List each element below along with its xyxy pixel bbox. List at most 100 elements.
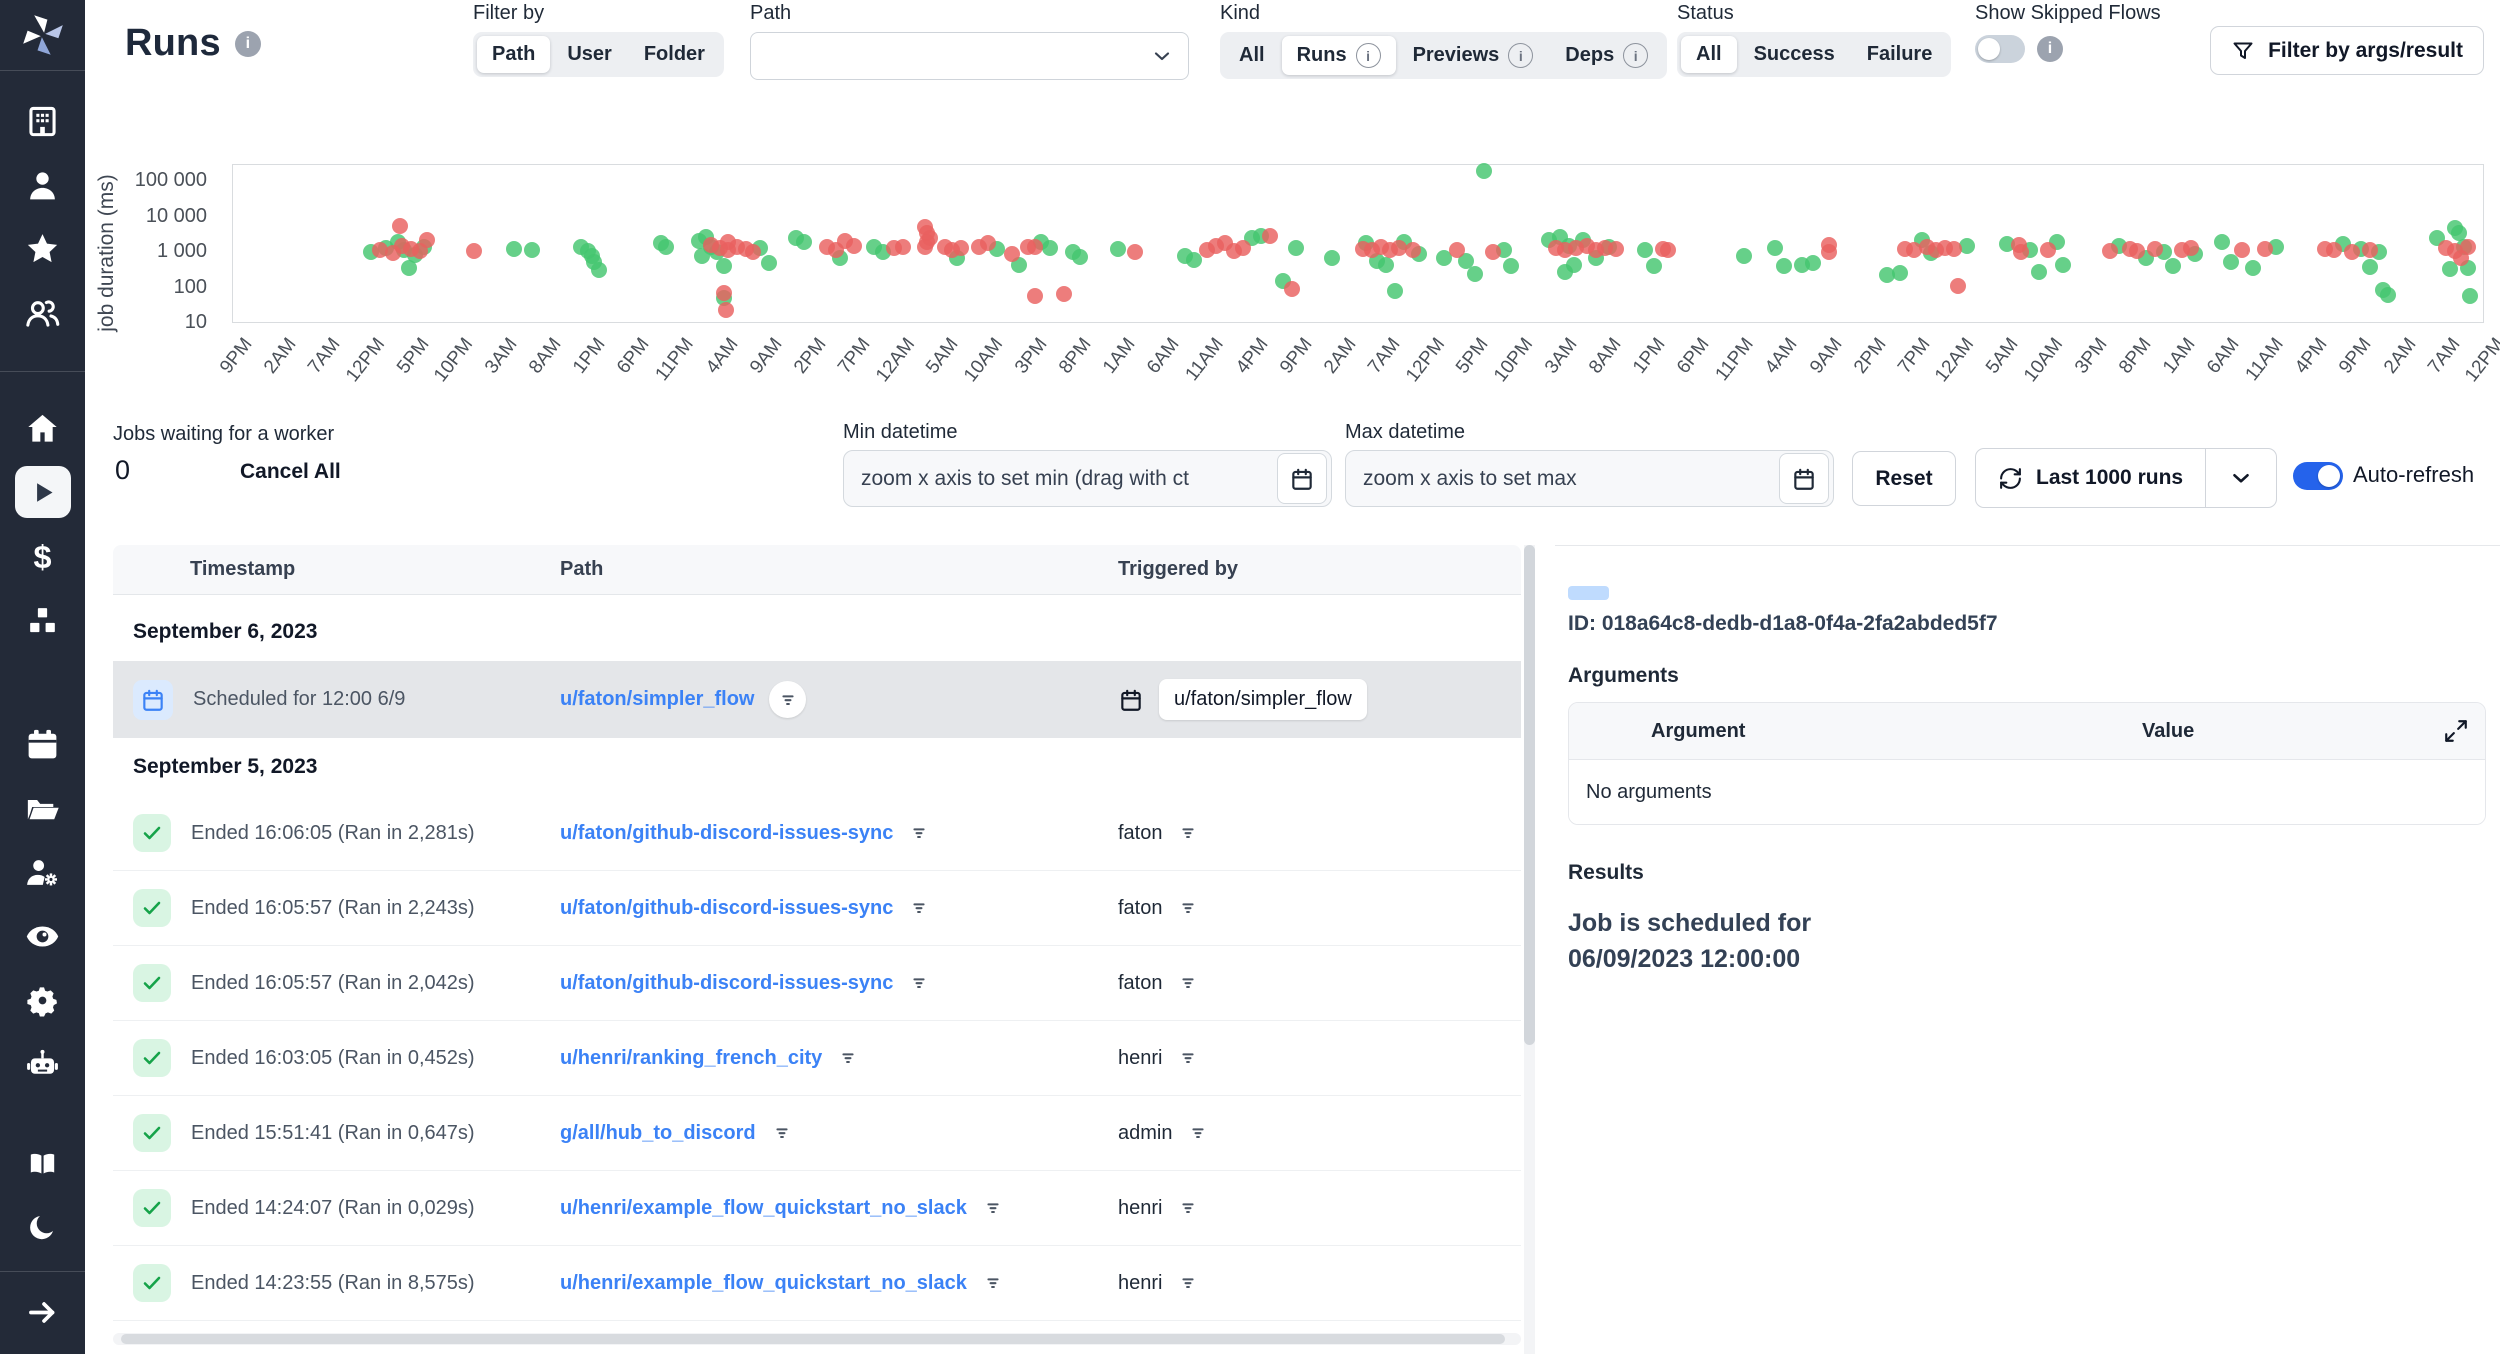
filter-by-option-folder[interactable]: Folder — [629, 36, 720, 73]
data-point-success[interactable] — [2031, 264, 2047, 280]
data-point-failure[interactable] — [895, 239, 911, 255]
windmill-logo-icon[interactable] — [0, 0, 85, 70]
data-point-success[interactable] — [1767, 240, 1783, 256]
triggered-by-filter-icon[interactable] — [1187, 1122, 1209, 1144]
data-point-failure[interactable] — [1821, 244, 1837, 260]
data-point-success[interactable] — [2380, 287, 2396, 303]
sidebar-item-dollar-icon[interactable]: $ — [15, 530, 71, 582]
status-option-success[interactable]: Success — [1739, 36, 1850, 73]
data-point-success[interactable] — [1072, 249, 1088, 265]
data-point-success[interactable] — [1776, 258, 1792, 274]
triggered-by-filter-icon[interactable] — [1177, 972, 1199, 994]
min-datetime-calendar-button[interactable] — [1277, 453, 1327, 504]
data-point-success[interactable] — [2055, 257, 2071, 273]
data-point-failure[interactable] — [1235, 240, 1251, 256]
data-point-success[interactable] — [2165, 258, 2181, 274]
data-point-failure[interactable] — [2362, 242, 2378, 258]
data-point-success[interactable] — [524, 242, 540, 258]
data-point-failure[interactable] — [745, 244, 761, 260]
min-datetime-input[interactable]: zoom x axis to set min (drag with ct — [843, 450, 1332, 507]
data-point-failure[interactable] — [2460, 239, 2476, 255]
data-point-failure[interactable] — [1485, 244, 1501, 260]
data-point-failure[interactable] — [917, 239, 933, 255]
data-point-failure[interactable] — [1449, 242, 1465, 258]
reset-button[interactable]: Reset — [1852, 451, 1956, 506]
data-point-success[interactable] — [1736, 248, 1752, 264]
data-point-success[interactable] — [591, 262, 607, 278]
data-point-failure[interactable] — [718, 302, 734, 318]
data-point-success[interactable] — [2462, 288, 2478, 304]
data-point-success[interactable] — [1288, 240, 1304, 256]
path-filter-icon[interactable] — [982, 1197, 1004, 1219]
vertical-scrollbar[interactable] — [1524, 545, 1535, 1045]
sidebar-item-home-icon[interactable] — [15, 402, 71, 454]
data-point-failure[interactable] — [1660, 242, 1676, 258]
data-point-success[interactable] — [2214, 234, 2230, 250]
data-point-success[interactable] — [761, 255, 777, 271]
data-point-failure[interactable] — [2344, 244, 2360, 260]
kind-option-deps[interactable]: Depsi — [1550, 36, 1663, 75]
data-point-failure[interactable] — [2129, 243, 2145, 259]
data-point-success[interactable] — [716, 258, 732, 274]
path-select[interactable] — [750, 32, 1189, 80]
data-point-success[interactable] — [1387, 283, 1403, 299]
data-point-success[interactable] — [1646, 258, 1662, 274]
data-point-success[interactable] — [1805, 255, 1821, 271]
data-point-failure[interactable] — [1284, 281, 1300, 297]
data-point-failure[interactable] — [2040, 242, 2056, 258]
triggered-by-filter-icon[interactable] — [1177, 1197, 1199, 1219]
data-point-failure[interactable] — [716, 285, 732, 301]
data-point-failure[interactable] — [2013, 244, 2029, 260]
status-option-failure[interactable]: Failure — [1852, 36, 1948, 73]
data-point-success[interactable] — [1637, 242, 1653, 258]
horizontal-scrollbar[interactable] — [121, 1334, 1505, 1344]
refresh-runs-button[interactable]: Last 1000 runs — [1976, 449, 2205, 507]
run-row[interactable]: Ended 14:23:55 (Ran in 8,575s)u/henri/ex… — [113, 1246, 1521, 1321]
title-info-icon[interactable]: i — [235, 31, 261, 57]
scatter-plot[interactable] — [232, 164, 2484, 323]
data-point-success[interactable] — [1476, 163, 1492, 179]
kind-option-all[interactable]: All — [1224, 36, 1280, 75]
triggered-by-filter-icon[interactable] — [1177, 822, 1199, 844]
run-path-link[interactable]: u/henri/example_flow_quickstart_no_slack — [560, 1197, 967, 1220]
data-point-success[interactable] — [1042, 240, 1058, 256]
run-row[interactable]: Ended 16:05:57 (Ran in 2,042s)u/faton/gi… — [113, 946, 1521, 1021]
triggered-by-filter-icon[interactable] — [1177, 1272, 1199, 1294]
path-filter-icon[interactable] — [982, 1272, 1004, 1294]
sidebar-item-play-icon[interactable] — [15, 466, 71, 518]
data-point-failure[interactable] — [1056, 286, 1072, 302]
run-row[interactable]: Ended 16:05:57 (Ran in 2,243s)u/faton/gi… — [113, 871, 1521, 946]
run-path-link[interactable]: u/faton/github-discord-issues-sync — [560, 822, 893, 845]
run-row[interactable]: Ended 15:51:41 (Ran in 0,647s)g/all/hub_… — [113, 1096, 1521, 1171]
data-point-failure[interactable] — [846, 238, 862, 254]
sidebar-item-gear-icon[interactable] — [15, 974, 71, 1026]
run-row[interactable]: Ended 16:03:05 (Ran in 0,452s)u/henri/ra… — [113, 1021, 1521, 1096]
run-path-link[interactable]: u/henri/example_flow_quickstart_no_slack — [560, 1272, 967, 1295]
status-option-all[interactable]: All — [1681, 36, 1737, 73]
expand-icon[interactable] — [2443, 718, 2469, 744]
max-datetime-calendar-button[interactable] — [1779, 453, 1829, 504]
data-point-failure[interactable] — [1127, 244, 1143, 260]
data-point-success[interactable] — [658, 239, 674, 255]
kind-option-previews[interactable]: Previewsi — [1398, 36, 1549, 75]
data-point-failure[interactable] — [1262, 228, 1278, 244]
data-point-success[interactable] — [2362, 259, 2378, 275]
data-point-failure[interactable] — [1946, 241, 1962, 257]
data-point-failure[interactable] — [2147, 241, 2163, 257]
filter-args-button[interactable]: Filter by args/result — [2210, 26, 2484, 75]
path-filter-icon[interactable] — [908, 822, 930, 844]
data-point-failure[interactable] — [953, 240, 969, 256]
data-point-success[interactable] — [1186, 252, 1202, 268]
sidebar-item-calendar-icon[interactable] — [15, 718, 71, 770]
triggered-by-filter-icon[interactable] — [1177, 897, 1199, 919]
sidebar-item-robot-icon[interactable] — [15, 1038, 71, 1090]
data-point-failure[interactable] — [1608, 241, 1624, 257]
data-point-success[interactable] — [1378, 257, 1394, 273]
data-point-failure[interactable] — [1027, 288, 1043, 304]
path-filter-icon[interactable] — [837, 1047, 859, 1069]
data-point-failure[interactable] — [419, 232, 435, 248]
sidebar-item-user-cog-icon[interactable] — [15, 846, 71, 898]
sidebar-item-cubes-icon[interactable] — [15, 594, 71, 646]
data-point-success[interactable] — [1892, 265, 1908, 281]
data-point-failure[interactable] — [2234, 242, 2250, 258]
